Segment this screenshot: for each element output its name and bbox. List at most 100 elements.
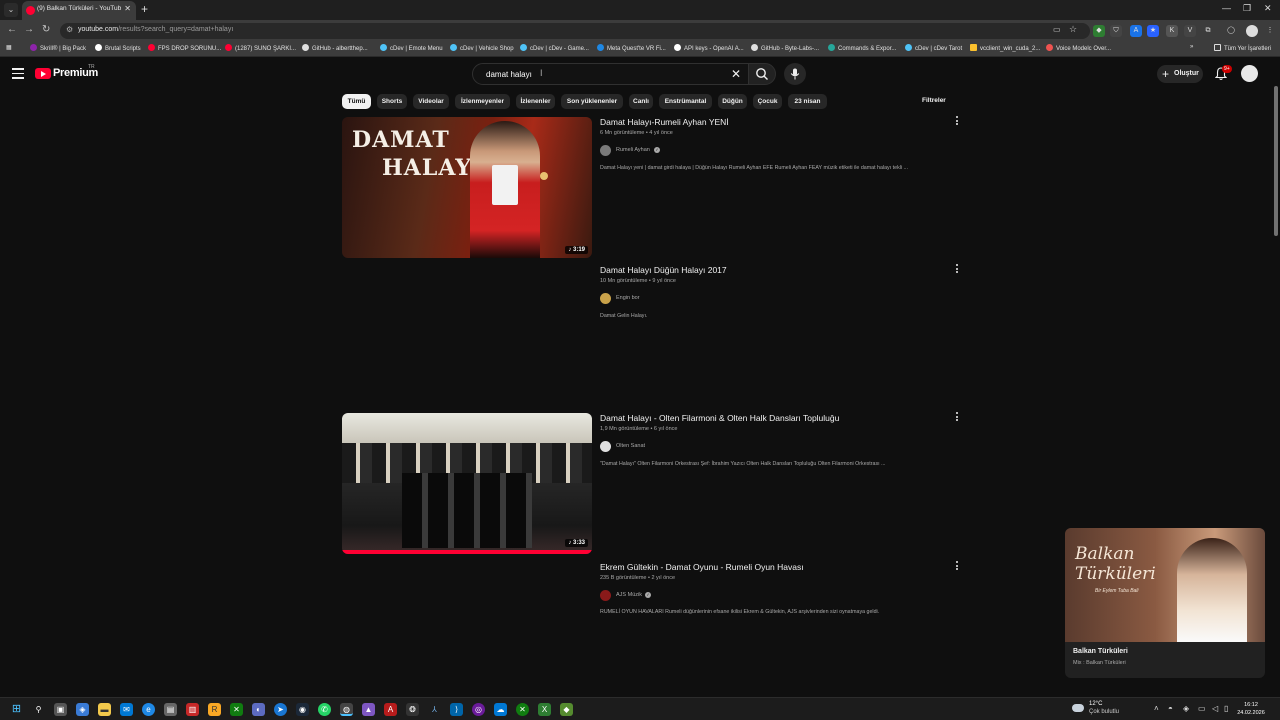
widgets-icon[interactable]: ◈ xyxy=(76,703,89,716)
address-bar[interactable]: ⚙ youtube.com/results?search_query=damat… xyxy=(60,23,1090,39)
bookmark[interactable]: FPS DROP SORUNU... xyxy=(148,44,221,52)
extensions-puzzle-icon[interactable]: ⧉ xyxy=(1202,25,1214,37)
bookmark[interactable]: GitHub - Byte-Labs-... xyxy=(751,44,819,52)
edge-icon[interactable]: e xyxy=(142,703,155,716)
more-bookmarks-icon[interactable]: » xyxy=(1190,44,1193,50)
tray-app-icon[interactable]: ◓ xyxy=(1168,704,1173,713)
video-title[interactable]: Ekrem Gültekin - Damat Oyunu - Rumeli Oy… xyxy=(600,562,804,572)
excel-icon[interactable]: X xyxy=(538,703,551,716)
page-scrollbar[interactable] xyxy=(1272,58,1280,698)
video-title[interactable]: Damat Halayı - Olten Filarmoni & Olten H… xyxy=(600,413,839,423)
video-title[interactable]: Damat Halayı Düğün Halayı 2017 xyxy=(600,265,727,275)
bookmark[interactable]: cDev | cDev Tarot xyxy=(905,44,962,52)
all-bookmarks[interactable]: Tüm Yer İşaretleri xyxy=(1214,44,1271,52)
channel-name[interactable]: Olten Sanat xyxy=(616,443,645,449)
more-actions-icon[interactable] xyxy=(954,412,960,423)
create-button[interactable]: + Oluştur xyxy=(1157,65,1203,83)
clear-search-icon[interactable]: ✕ xyxy=(731,67,741,81)
channel-avatar[interactable] xyxy=(600,590,611,601)
search-button[interactable] xyxy=(748,63,776,85)
chip-videos[interactable]: Videolar xyxy=(413,94,449,109)
extension-icon[interactable]: ★ xyxy=(1147,25,1159,37)
bookmark[interactable]: cDev | Vehicle Shop xyxy=(450,44,514,52)
hamburger-menu-icon[interactable] xyxy=(12,68,24,82)
app-icon[interactable]: ▥ xyxy=(186,703,199,716)
reload-icon[interactable]: ↻ xyxy=(42,24,50,35)
tab-search-button[interactable]: ⌄ xyxy=(4,3,18,17)
app-icon[interactable]: ◎ xyxy=(472,703,485,716)
tray-overflow-icon[interactable]: ˄ xyxy=(1154,704,1159,713)
app-icon[interactable]: R xyxy=(208,703,221,716)
app-icon[interactable]: ☁ xyxy=(494,703,507,716)
channel-name[interactable]: Engin bor xyxy=(616,295,640,301)
bookmark[interactable]: API keys - OpenAI A... xyxy=(674,44,744,52)
channel-name[interactable]: AJS Müzik xyxy=(616,592,642,598)
browser-tab-active[interactable]: (9) Balkan Türküleri - YouTube ✕ xyxy=(22,1,136,20)
translate-icon[interactable]: A xyxy=(1130,25,1142,37)
channel-avatar[interactable] xyxy=(600,441,611,452)
app-icon[interactable]: ▲ xyxy=(362,703,375,716)
minecraft-icon[interactable]: ◆ xyxy=(560,703,573,716)
mini-player-title[interactable]: Balkan Türküleri xyxy=(1073,648,1128,655)
minimize-icon[interactable]: — xyxy=(1222,3,1231,13)
channel-avatar[interactable] xyxy=(600,145,611,156)
vscode-icon[interactable]: ⟩ xyxy=(450,703,463,716)
chip-shorts[interactable]: Shorts xyxy=(377,94,407,109)
extension-icon[interactable]: V xyxy=(1184,25,1196,37)
chip-wedding[interactable]: Düğün xyxy=(718,94,747,109)
bookmark-star-icon[interactable]: ☆ xyxy=(1069,24,1077,35)
battery-icon[interactable]: ▯ xyxy=(1224,704,1228,713)
app-icon[interactable]: ⅄ xyxy=(428,703,441,716)
video-title[interactable]: Damat Halayı-Rumeli Ayhan YENİ xyxy=(600,117,729,127)
chip-all[interactable]: Tümü xyxy=(342,94,371,109)
xbox-app-icon[interactable]: ✕ xyxy=(516,703,529,716)
system-clock[interactable]: 16:12 24.02.2026 xyxy=(1234,701,1268,717)
bookmark[interactable]: Voice Modelc Over... xyxy=(1046,44,1111,52)
mini-player-artwork[interactable]: Balkan Türküleri Bir Eylem Tuba Bali xyxy=(1065,528,1265,642)
avatar[interactable] xyxy=(1241,65,1258,82)
chrome-icon[interactable]: ◍ xyxy=(340,703,353,716)
mini-player[interactable]: Balkan Türküleri Bir Eylem Tuba Bali Balk… xyxy=(1065,528,1265,678)
bookmark[interactable]: Meta Quest'te VR Fi... xyxy=(597,44,666,52)
xbox-icon[interactable]: ✕ xyxy=(230,703,243,716)
voice-search-button[interactable] xyxy=(784,63,806,85)
maximize-icon[interactable]: ❐ xyxy=(1243,3,1251,14)
bookmark[interactable]: Brutal Scripts xyxy=(95,44,141,52)
channel-avatar[interactable] xyxy=(600,293,611,304)
profile-icon[interactable]: ◯ xyxy=(1225,25,1237,37)
whatsapp-icon[interactable]: ✆ xyxy=(318,703,331,716)
file-explorer-icon[interactable]: ▬ xyxy=(98,703,111,716)
task-view-icon[interactable]: ▣ xyxy=(54,703,67,716)
bookmark[interactable]: vcclient_win_cuda_2... xyxy=(970,44,1040,52)
extension-icon[interactable]: ◆ xyxy=(1093,25,1105,37)
new-tab-button[interactable]: + xyxy=(141,2,148,16)
more-actions-icon[interactable] xyxy=(954,561,960,572)
app-icon[interactable]: ➤ xyxy=(274,703,287,716)
bookmark[interactable]: cDev | Emote Menu xyxy=(380,44,443,52)
tray-app-icon[interactable]: ◈ xyxy=(1183,704,1189,713)
bookmark[interactable]: GitHub - albertthep... xyxy=(302,44,368,52)
cast-icon[interactable]: ▭ xyxy=(1053,25,1061,34)
account-avatar[interactable] xyxy=(1246,25,1258,37)
network-icon[interactable]: ▭ xyxy=(1198,704,1206,713)
bookmark[interactable]: (1287) SUNO ŞARKI... xyxy=(225,44,296,52)
filters-button[interactable]: Filtreler xyxy=(922,97,946,104)
app-icon[interactable]: ◐ xyxy=(252,703,265,716)
shield-icon[interactable]: ⛉ xyxy=(1110,25,1122,37)
back-icon[interactable]: ← xyxy=(7,24,17,35)
steam-icon[interactable]: ◉ xyxy=(296,703,309,716)
site-info-icon[interactable]: ⚙ xyxy=(66,25,73,34)
window-close-icon[interactable]: ✕ xyxy=(1264,3,1272,14)
app-icon[interactable]: ▤ xyxy=(164,703,177,716)
mail-icon[interactable]: ✉ xyxy=(120,703,133,716)
chip-recently-uploaded[interactable]: Son yüklenenler xyxy=(561,94,623,109)
volume-icon[interactable]: ◁ xyxy=(1212,704,1218,713)
video-thumbnail[interactable]: DAMAT HALAYI ♪ 3:19 xyxy=(342,117,592,258)
apps-grid-icon[interactable]: ▦ xyxy=(6,44,12,51)
more-actions-icon[interactable] xyxy=(954,264,960,275)
chip-unwatched[interactable]: İzlenmeyenler xyxy=(455,94,510,109)
openai-icon[interactable]: ❂ xyxy=(406,703,419,716)
bookmark[interactable]: cDev | cDev - Game... xyxy=(520,44,589,52)
chip-23-nisan[interactable]: 23 nisan xyxy=(788,94,827,109)
bookmark[interactable]: Commands & Expor... xyxy=(828,44,896,52)
